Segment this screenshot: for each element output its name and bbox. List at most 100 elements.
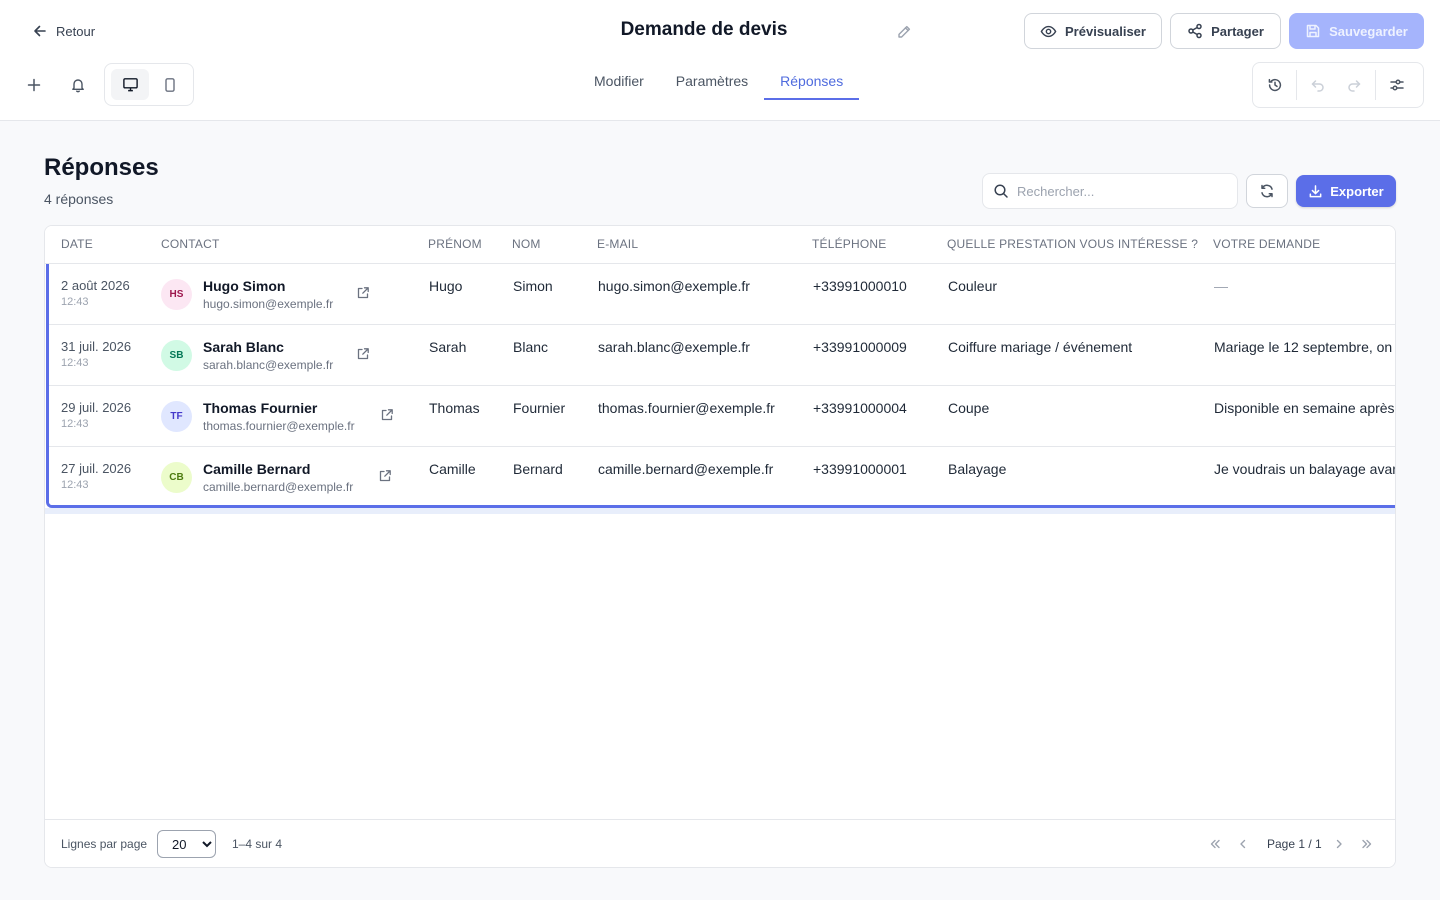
search-box [982,173,1238,209]
table-body: 2 août 2026 12:43 HS Hugo Simon hugo.sim… [46,264,1396,508]
preview-label: Prévisualiser [1065,23,1146,39]
external-link-icon[interactable] [355,346,371,362]
device-toggle [104,63,194,106]
cell-telephone: +33991000004 [813,400,907,416]
avatar: HS [161,279,192,310]
history-button[interactable] [1257,67,1293,103]
column-header-nom[interactable]: NOM [512,237,541,251]
cell-telephone: +33991000010 [813,278,907,294]
back-link[interactable]: Retour [32,21,95,41]
cell-prestation: Balayage [948,461,1007,477]
column-header-date[interactable]: DATE [61,237,93,251]
cell-prenom: Thomas [429,400,480,416]
chevrons-left-icon [1208,837,1222,851]
cell-telephone: +33991000009 [813,339,907,355]
share-label: Partager [1211,23,1264,39]
cell-nom: Bernard [513,461,563,477]
eye-icon [1040,23,1057,40]
tab-parametres[interactable]: Paramètres [660,64,764,100]
preview-button[interactable]: Prévisualiser [1024,13,1162,49]
chevron-left-icon [1236,837,1250,851]
table-row[interactable]: 29 juil. 2026 12:43 TF Thomas Fournier t… [49,386,1395,447]
arrow-left-icon [32,23,48,39]
column-header-telephone[interactable]: TÉLÉPHONE [812,237,887,251]
plus-icon [26,77,42,93]
next-page-button[interactable] [1329,834,1349,854]
row-date: 31 juil. 2026 [61,339,132,354]
share-icon [1187,23,1203,39]
table-row[interactable]: 27 juil. 2026 12:43 CB Camille Bernard c… [49,447,1396,505]
form-title: Demande de devis [620,19,788,40]
undo-button[interactable] [1300,67,1336,103]
cell-nom: Simon [513,278,553,294]
smartphone-icon [162,77,178,93]
toolbar-divider [1375,70,1376,100]
mobile-view-button[interactable] [151,69,189,100]
download-icon [1308,184,1323,199]
redo-button[interactable] [1336,67,1372,103]
pencil-icon[interactable] [894,22,914,42]
column-header-contact[interactable]: CONTACT [161,237,220,251]
refresh-icon [1259,183,1275,199]
table-header: DATE CONTACT PRÉNOM NOM E-MAIL TÉLÉPHONE… [45,226,1395,264]
share-button[interactable]: Partager [1170,13,1281,49]
page-title: Réponses [44,154,159,181]
tab-reponses[interactable]: Réponses [764,64,860,100]
history-toolbar [1252,62,1424,108]
desktop-view-button[interactable] [111,69,149,100]
page-indicator: Page 1 / 1 [1267,837,1322,851]
column-header-prestation[interactable]: QUELLE PRESTATION VOUS INTÉRESSE ? [947,237,1198,251]
add-button[interactable] [20,71,48,99]
top-bar: Retour Demande de devis Prévisualiser Pa… [0,0,1440,121]
sliders-icon [1389,77,1405,93]
monitor-icon [122,76,139,93]
external-link-icon[interactable] [377,468,393,484]
external-link-icon[interactable] [379,407,395,423]
refresh-button[interactable] [1246,174,1288,208]
rows-per-page-select[interactable]: 20 [157,830,216,858]
row-time: 12:43 [61,479,89,491]
row-time: 12:43 [61,418,89,430]
avatar: TF [161,401,192,432]
notifications-button[interactable] [64,71,92,99]
rows-per-page-label: Lignes par page [61,837,148,851]
cell-demande: Mariage le 12 septembre, on [1214,339,1393,355]
response-count: 4 réponses [44,191,114,207]
external-link-icon[interactable] [355,285,371,301]
table-row[interactable]: 2 août 2026 12:43 HS Hugo Simon hugo.sim… [49,264,1395,325]
toolbar-divider [1296,70,1297,100]
previous-page-button[interactable] [1233,834,1253,854]
last-page-button[interactable] [1357,834,1377,854]
export-label: Exporter [1330,183,1384,199]
contact-name: Sarah Blanc [203,339,284,355]
cell-email: hugo.simon@exemple.fr [598,278,750,294]
export-button[interactable]: Exporter [1296,175,1396,207]
cell-nom: Fournier [513,400,566,416]
tab-modifier[interactable]: Modifier [578,64,660,100]
save-button[interactable]: Sauvegarder [1289,13,1424,49]
redo-icon [1346,77,1362,93]
column-header-prenom[interactable]: PRÉNOM [428,237,482,251]
row-time: 12:43 [61,296,89,308]
column-header-demande[interactable]: VOTRE DEMANDE [1213,237,1320,251]
table-footer: Lignes par page 20 1–4 sur 4 Page 1 / 1 [45,819,1395,867]
responses-table: DATE CONTACT PRÉNOM NOM E-MAIL TÉLÉPHONE… [44,225,1396,868]
cell-prenom: Hugo [429,278,463,294]
column-header-email[interactable]: E-MAIL [597,237,638,251]
settings-button[interactable] [1379,67,1415,103]
cell-prenom: Camille [429,461,476,477]
avatar: SB [161,340,192,371]
contact-email: sarah.blanc@exemple.fr [203,358,334,372]
search-input[interactable] [1017,183,1227,199]
cell-prestation: Coupe [948,400,990,416]
row-time: 12:43 [61,357,89,369]
save-icon [1305,23,1321,39]
first-page-button[interactable] [1205,834,1225,854]
save-label: Sauvegarder [1329,23,1408,39]
cell-demande: Je voudrais un balayage avan [1214,461,1396,477]
contact-email: camille.bernard@exemple.fr [203,480,354,494]
table-row[interactable]: 31 juil. 2026 12:43 SB Sarah Blanc sarah… [49,325,1395,386]
undo-icon [1310,77,1326,93]
row-date: 27 juil. 2026 [61,461,132,476]
cell-prestation: Coiffure mariage / événement [948,339,1133,355]
